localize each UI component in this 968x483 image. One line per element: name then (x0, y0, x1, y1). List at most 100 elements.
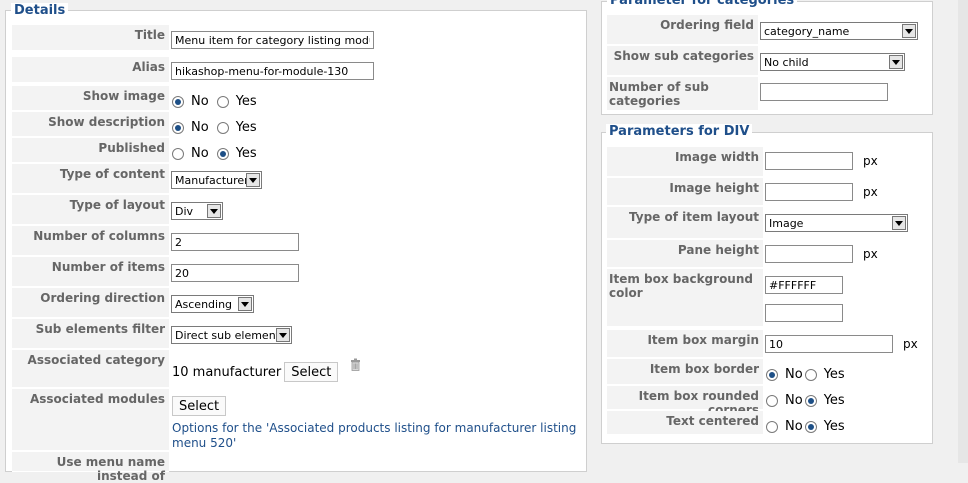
show-description-yes-label: Yes (235, 120, 257, 135)
bg-color-preview[interactable] (765, 304, 843, 322)
image-width-unit: px (863, 154, 878, 168)
num-items-wrap (171, 264, 299, 282)
centered-no-label: No (785, 419, 803, 434)
bg-color-preview-wrap (765, 304, 843, 322)
associated-category-value: 10 manufacturer (172, 364, 282, 380)
trash-icon[interactable] (350, 358, 361, 371)
pane-height-label: Pane height (607, 240, 763, 268)
rounded-yes-radio[interactable] (804, 394, 817, 407)
image-height-unit: px (863, 185, 878, 199)
select-module-button[interactable]: Select (172, 396, 227, 416)
chevron-down-icon (276, 328, 290, 342)
div-rows: Image width px Image height px Type of i… (607, 0, 927, 463)
num-columns-input[interactable] (171, 233, 299, 251)
item-layout-select[interactable]: Image (765, 214, 908, 232)
item-layout-value: Image (769, 216, 804, 230)
image-width-input[interactable] (765, 152, 853, 170)
show-image-no-label: No (191, 94, 209, 109)
border-radios: No Yes (766, 367, 853, 382)
show-description-yes-radio[interactable] (216, 121, 229, 134)
margin-label: Item box margin (607, 330, 763, 358)
select-category-button[interactable]: Select (284, 362, 339, 382)
alias-input[interactable] (171, 62, 374, 80)
sub-filter-value: Direct sub elements (175, 328, 276, 342)
menu-name-label: Use menu name instead of (12, 452, 169, 483)
alias-label: Alias (12, 57, 169, 83)
item-layout-label: Type of item layout (607, 207, 763, 239)
bg-color-input[interactable] (765, 276, 843, 294)
num-items-label: Number of items (12, 257, 169, 287)
ordering-direction-value: Ascending (175, 297, 233, 311)
num-columns-label: Number of columns (12, 226, 169, 256)
image-width-wrap: px (765, 152, 878, 170)
image-width-label: Image width (607, 147, 763, 177)
margin-wrap: px (765, 335, 918, 353)
show-image-no-radio[interactable] (172, 95, 184, 108)
rounded-no-label: No (785, 393, 803, 408)
border-yes-radio[interactable] (804, 368, 817, 381)
ordering-direction-label: Ordering direction (12, 288, 169, 318)
associated-category-wrap: 10 manufacturer Select (172, 358, 361, 382)
title-input[interactable] (171, 31, 374, 49)
type-layout-value: Div (175, 204, 194, 218)
margin-input[interactable] (765, 335, 893, 353)
num-items-input[interactable] (171, 264, 299, 282)
sub-filter-wrap: Direct sub elements (171, 326, 292, 344)
border-no-label: No (785, 367, 803, 382)
show-description-radios: No Yes (172, 120, 265, 135)
chevron-down-icon (207, 204, 221, 218)
num-columns-wrap (171, 233, 299, 251)
ordering-direction-wrap: Ascending (171, 295, 254, 313)
published-no-radio[interactable] (172, 147, 184, 160)
show-image-radios: No Yes (172, 94, 265, 109)
sub-filter-select[interactable]: Direct sub elements (171, 326, 292, 344)
associated-category-label: Associated category (12, 350, 169, 388)
type-content-select[interactable]: Manufacturer (171, 171, 262, 189)
image-height-label: Image height (607, 178, 763, 206)
bg-color-label: Item box background color (607, 269, 763, 327)
published-radios: No Yes (172, 146, 265, 161)
type-content-label: Type of content (12, 164, 169, 194)
show-description-label: Show description (12, 112, 169, 137)
type-content-wrap: Manufacturer (171, 171, 262, 189)
chevron-down-icon (246, 173, 260, 187)
pane-height-unit: px (863, 247, 878, 261)
image-height-input[interactable] (765, 183, 853, 201)
centered-no-radio[interactable] (766, 420, 778, 433)
scrollbar-track[interactable] (958, 0, 968, 463)
rounded-no-radio[interactable] (766, 394, 778, 407)
centered-yes-label: Yes (823, 419, 845, 434)
published-no-label: No (191, 146, 209, 161)
type-layout-select[interactable]: Div (171, 202, 223, 220)
associated-modules-label: Associated modules (12, 389, 169, 451)
title-field-wrap (171, 31, 374, 49)
chevron-down-icon (892, 216, 906, 230)
image-height-wrap: px (765, 183, 878, 201)
border-no-radio[interactable] (766, 368, 778, 381)
margin-unit: px (903, 337, 918, 351)
centered-yes-radio[interactable] (804, 420, 817, 433)
published-yes-radio[interactable] (216, 147, 229, 160)
associated-modules-wrap: Select (172, 396, 227, 416)
rounded-yes-label: Yes (823, 393, 845, 408)
module-options-link[interactable]: Options for the 'Associated products lis… (172, 421, 577, 451)
item-layout-wrap: Image (765, 214, 908, 232)
show-image-yes-label: Yes (235, 94, 257, 109)
alias-field-wrap (171, 62, 374, 80)
rounded-label: Item box rounded corners (607, 386, 763, 417)
bg-color-wrap (765, 276, 843, 294)
rounded-radios: No Yes (766, 393, 853, 408)
show-image-label: Show image (12, 86, 169, 111)
centered-label: Text centered (607, 411, 763, 435)
type-layout-wrap: Div (171, 202, 223, 220)
pane-height-input[interactable] (765, 245, 853, 263)
published-label: Published (12, 138, 169, 163)
ordering-direction-select[interactable]: Ascending (171, 295, 254, 313)
border-label: Item box border (607, 359, 763, 385)
border-yes-label: Yes (823, 367, 845, 382)
type-layout-label: Type of layout (12, 195, 169, 225)
chevron-down-icon (238, 297, 252, 311)
show-image-yes-radio[interactable] (216, 95, 229, 108)
show-description-no-radio[interactable] (172, 121, 184, 134)
details-rows: Title Alias Show image No Yes Show descr… (12, 0, 580, 483)
